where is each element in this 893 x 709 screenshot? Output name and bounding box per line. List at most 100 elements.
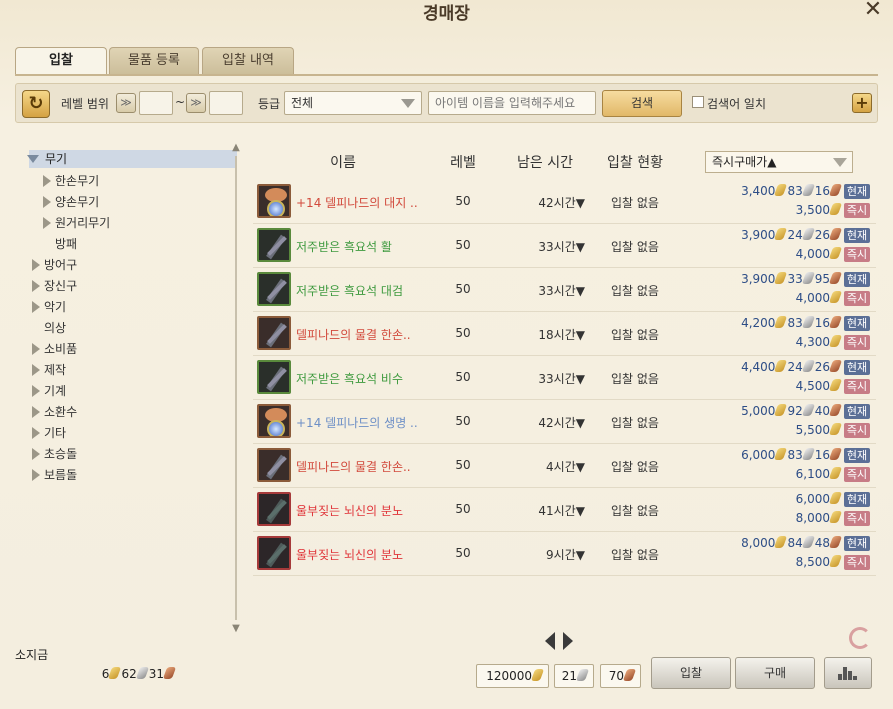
column-header-level[interactable]: 레벨 bbox=[443, 152, 483, 172]
category-scrollbar[interactable]: ▲ ▼ bbox=[232, 142, 240, 634]
category-item-costume[interactable]: 의상 bbox=[44, 319, 66, 337]
close-icon[interactable]: ✕ bbox=[861, 0, 885, 22]
instant-price-tag: 즉시 bbox=[844, 379, 870, 394]
current-price-tag: 현재 bbox=[844, 492, 870, 507]
current-price-silver: 33 bbox=[787, 272, 803, 286]
scroll-up-icon[interactable]: ▲ bbox=[230, 142, 242, 153]
money-label: 소지금 bbox=[15, 648, 49, 662]
price-chart-button[interactable] bbox=[824, 657, 872, 689]
category-item-etc[interactable]: 기타 bbox=[32, 424, 67, 442]
copper-coin-icon bbox=[828, 272, 843, 284]
add-button[interactable]: + bbox=[852, 93, 872, 113]
next-page-icon[interactable] bbox=[563, 632, 573, 650]
current-price-tag: 현재 bbox=[844, 272, 870, 287]
table-row[interactable]: +14 델피나드의 생명 .. 50 42시간▼ 입찰 없음 5,000 92 40 현재 5,… bbox=[253, 400, 876, 444]
bid-silver-input[interactable]: 21 bbox=[554, 664, 594, 688]
category-item-ranged[interactable]: 원거리무기 bbox=[43, 214, 110, 232]
refresh-button[interactable]: ↻ bbox=[22, 90, 50, 118]
current-price-gold: 8,000 bbox=[741, 536, 776, 550]
gold-coin-icon bbox=[774, 360, 788, 372]
table-row[interactable]: 저주받은 흑요석 활 50 33시간▼ 입찰 없음 3,900 24 26 현재 4,000 즉시 bbox=[253, 224, 876, 268]
current-price-copper: 40 bbox=[814, 404, 830, 418]
category-item-instrument[interactable]: 악기 bbox=[32, 298, 67, 316]
category-item-one-hand[interactable]: 한손무기 bbox=[43, 172, 99, 190]
table-row[interactable]: 델피나드의 물결 한손.. 50 18시간▼ 입찰 없음 4,200 83 16 현재 4,30… bbox=[253, 312, 876, 356]
gold-coin-icon bbox=[774, 536, 788, 548]
chevron-right-icon bbox=[32, 448, 40, 460]
item-icon[interactable] bbox=[257, 448, 291, 482]
copper-coin-icon bbox=[828, 316, 843, 328]
bid-gold-input[interactable]: 120000 bbox=[476, 664, 549, 688]
tab-bid-history[interactable]: 입찰 내역 bbox=[202, 47, 294, 75]
category-item-crafting[interactable]: 제작 bbox=[32, 361, 66, 379]
category-label: 악기 bbox=[44, 300, 67, 314]
exact-match-checkbox[interactable] bbox=[692, 96, 704, 108]
category-item-summon[interactable]: 소환수 bbox=[32, 403, 77, 421]
column-header-time-left[interactable]: 남은 시간 bbox=[505, 152, 585, 172]
category-item-armor[interactable]: 방어구 bbox=[32, 256, 77, 274]
gold-coin-icon bbox=[774, 448, 788, 460]
current-price-gold: 6,000 bbox=[795, 492, 830, 506]
table-row[interactable]: 울부짖는 뇌신의 분노 50 9시간▼ 입찰 없음 8,000 84 48 현재 8,500 즉시 bbox=[253, 532, 876, 576]
bid-button[interactable]: 입찰 bbox=[651, 657, 731, 689]
current-price-copper: 16 bbox=[814, 448, 830, 462]
category-label: 초승돌 bbox=[44, 447, 78, 461]
table-row[interactable]: 저주받은 흑요석 비수 50 33시간▼ 입찰 없음 4,400 24 26 현재 4,500 즉… bbox=[253, 356, 876, 400]
instant-price-tag: 즉시 bbox=[844, 335, 870, 350]
grade-select[interactable]: 전체 bbox=[284, 91, 422, 115]
current-price-silver: 24 bbox=[787, 360, 803, 374]
item-icon[interactable] bbox=[257, 404, 291, 438]
copper-coin-icon bbox=[622, 669, 637, 681]
item-icon[interactable] bbox=[257, 184, 291, 218]
category-item-shield[interactable]: 방패 bbox=[55, 235, 77, 253]
category-label: 기타 bbox=[44, 426, 67, 440]
table-row[interactable]: +14 델피나드의 대지 .. 50 42시간▼ 입찰 없음 3,400 83 16 현재 3,… bbox=[253, 180, 876, 224]
category-item-machine[interactable]: 기계 bbox=[32, 382, 66, 400]
scroll-track[interactable] bbox=[235, 156, 237, 620]
item-icon[interactable] bbox=[257, 492, 291, 526]
sort-select[interactable]: 즉시구매가▲ bbox=[705, 151, 853, 173]
buy-button[interactable]: 구매 bbox=[735, 657, 815, 689]
scroll-down-icon[interactable]: ▼ bbox=[230, 623, 242, 634]
item-icon[interactable] bbox=[257, 360, 291, 394]
search-input[interactable]: 아이템 이름을 입력해주세요 bbox=[428, 91, 596, 115]
category-label: 의상 bbox=[44, 321, 67, 335]
current-price: 6,000 현재 bbox=[796, 492, 870, 507]
category-item-two-hand[interactable]: 양손무기 bbox=[43, 193, 99, 211]
chevron-right-icon bbox=[32, 427, 40, 439]
category-label: 소비품 bbox=[44, 342, 78, 356]
item-icon[interactable] bbox=[257, 228, 291, 262]
table-row[interactable]: 델피나드의 물결 한손.. 50 4시간▼ 입찰 없음 6,000 83 16 현재 6,100… bbox=[253, 444, 876, 488]
level-max-input[interactable] bbox=[209, 91, 243, 115]
table-row[interactable]: 저주받은 흑요석 대검 50 33시간▼ 입찰 없음 3,900 33 95 현재 4,000 즉… bbox=[253, 268, 876, 312]
category-item-consumable[interactable]: 소비품 bbox=[32, 340, 78, 358]
item-icon[interactable] bbox=[257, 536, 291, 570]
tab-register-item[interactable]: 물품 등록 bbox=[109, 47, 199, 75]
column-header-name[interactable]: 이름 bbox=[323, 152, 363, 172]
category-item-full-moon-stone[interactable]: 보름돌 bbox=[32, 466, 77, 484]
instant-price-gold: 8,500 bbox=[795, 555, 830, 569]
current-price: 6,000 83 16 현재 bbox=[741, 448, 870, 463]
gold-coin-icon bbox=[774, 184, 788, 196]
instant-price-tag: 즉시 bbox=[844, 291, 870, 306]
category-item-crescent-stone[interactable]: 초승돌 bbox=[32, 445, 78, 463]
bid-copper-input[interactable]: 70 bbox=[600, 664, 641, 688]
item-icon[interactable] bbox=[257, 272, 291, 306]
prev-page-icon[interactable] bbox=[545, 632, 555, 650]
table-row[interactable]: 울부짖는 뇌신의 분노 50 41시간▼ 입찰 없음 6,000 현재 8,000 즉시 bbox=[253, 488, 876, 532]
column-header-bid-status[interactable]: 입찰 현황 bbox=[595, 152, 675, 172]
instant-price-gold: 6,100 bbox=[795, 467, 830, 481]
tab-divider bbox=[15, 74, 878, 76]
tab-bid[interactable]: 입찰 bbox=[15, 47, 107, 76]
level-min-input[interactable] bbox=[139, 91, 173, 115]
refresh-list-icon[interactable] bbox=[849, 627, 871, 649]
search-button[interactable]: 검색 bbox=[602, 90, 682, 117]
item-level: 50 bbox=[455, 238, 471, 252]
item-level: 50 bbox=[455, 502, 471, 516]
category-item-accessory[interactable]: 장신구 bbox=[32, 277, 77, 295]
category-item-weapon[interactable]: 무기 bbox=[27, 150, 237, 168]
current-price: 4,400 24 26 현재 bbox=[741, 360, 870, 375]
gold-coin-icon bbox=[828, 203, 843, 215]
current-price-tag: 현재 bbox=[844, 536, 870, 551]
item-icon[interactable] bbox=[257, 316, 291, 350]
